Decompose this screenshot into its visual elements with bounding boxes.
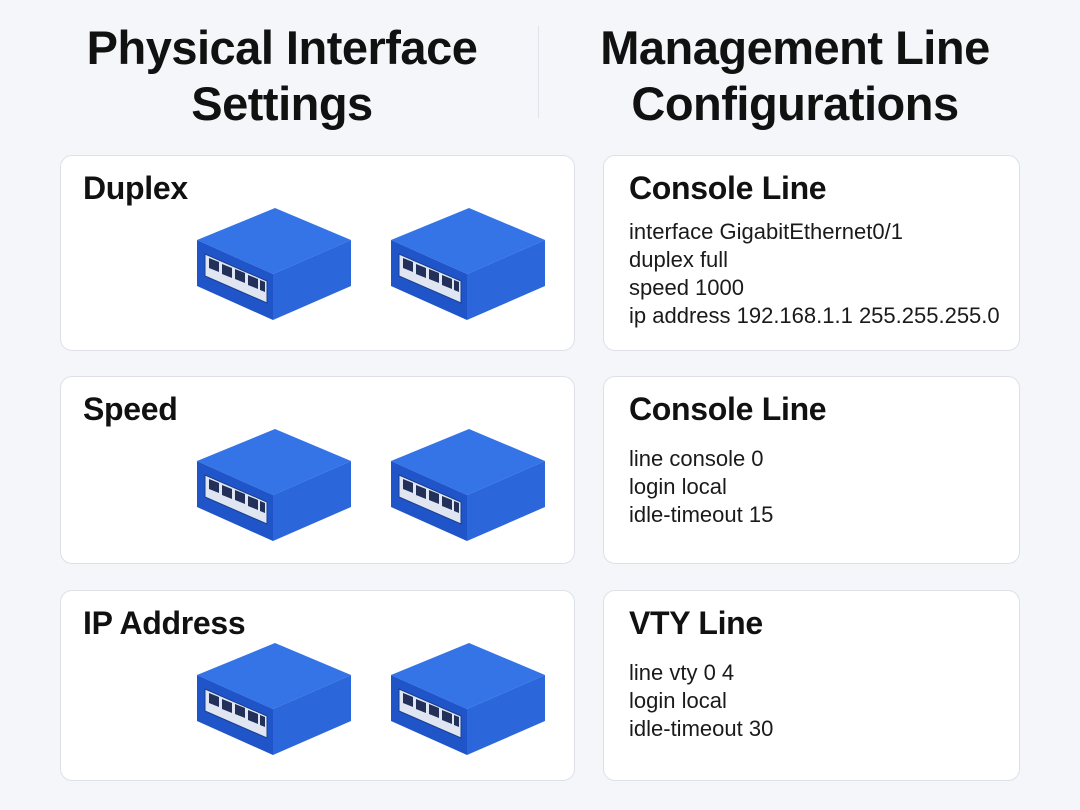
card-label: Speed (83, 391, 178, 427)
config-line: login local (629, 474, 727, 499)
config-line: login local (629, 688, 727, 713)
config-line: interface GigabitEthernet0/1 (629, 219, 903, 244)
network-switch-icon (391, 429, 545, 542)
network-switch-icon (197, 429, 351, 542)
config-line: speed 1000 (629, 275, 744, 300)
config-lines: interface GigabitEthernet0/1 duplex full… (629, 218, 1000, 330)
duplex-card: Duplex (60, 155, 575, 351)
config-lines: line vty 0 4 login local idle-timeout 30 (629, 659, 773, 743)
config-line: line console 0 (629, 446, 764, 471)
config-line: idle-timeout 15 (629, 502, 774, 527)
card-label: Console Line (629, 391, 827, 427)
card-label: VTY Line (629, 605, 763, 641)
card-label: Duplex (83, 170, 188, 206)
config-lines: line console 0 login local idle-timeout … (629, 445, 773, 529)
config-line: line vty 0 4 (629, 660, 735, 685)
config-line: ip address 192.168.1.1 255.255.255.0 (629, 303, 1000, 328)
card-label: Console Line (629, 170, 827, 206)
network-switch-icon (391, 208, 545, 321)
network-switch-icon (197, 643, 351, 756)
column-divider (538, 26, 539, 118)
network-switch-icon (391, 643, 545, 756)
physical-interface-settings-title: Physical Interface Settings (86, 21, 478, 130)
management-line-configurations-title: Management Line Configurations (600, 21, 990, 130)
speed-card: Speed (60, 376, 575, 564)
config-line: idle-timeout 30 (629, 716, 774, 741)
console-line-card-1: Console Line interface GigabitEthernet0/… (603, 155, 1020, 351)
console-line-card-2: Console Line line console 0 login local … (603, 376, 1020, 564)
ip-address-card: IP Address (60, 590, 575, 781)
config-line: duplex full (629, 247, 729, 272)
vty-line-card: VTY Line line vty 0 4 login local idle-t… (603, 590, 1020, 781)
network-switch-icon (197, 208, 351, 321)
card-label: IP Address (83, 605, 246, 641)
